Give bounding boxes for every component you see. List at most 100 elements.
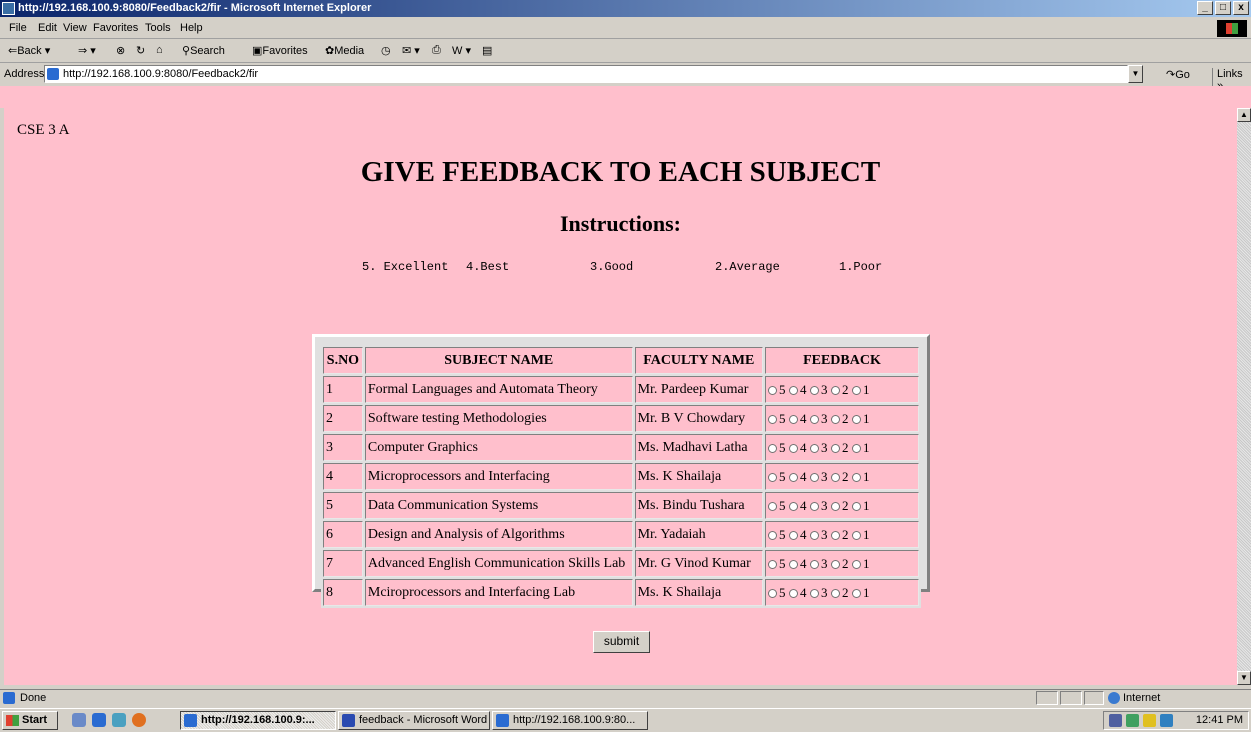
show-desktop-icon[interactable] bbox=[72, 713, 86, 727]
page-icon bbox=[47, 68, 59, 80]
rating-radio[interactable] bbox=[809, 473, 819, 483]
rating-radio[interactable] bbox=[788, 386, 798, 396]
menu-tools[interactable]: Tools bbox=[145, 22, 171, 34]
rating-radio[interactable] bbox=[809, 444, 819, 454]
rating-radio[interactable] bbox=[851, 531, 861, 541]
messenger-icon[interactable] bbox=[1160, 714, 1173, 727]
rating-radio[interactable] bbox=[767, 502, 777, 512]
rating-radio[interactable] bbox=[851, 589, 861, 599]
rating-radio[interactable] bbox=[830, 386, 840, 396]
rating-radio[interactable] bbox=[851, 415, 861, 425]
faculty-cell: Ms. Madhavi Latha bbox=[634, 434, 763, 461]
rating-radio[interactable] bbox=[809, 589, 819, 599]
submit-button[interactable]: submit bbox=[593, 631, 650, 653]
rating-radio[interactable] bbox=[851, 386, 861, 396]
rating-radio[interactable] bbox=[830, 444, 840, 454]
outlook-quicklaunch-icon[interactable] bbox=[112, 713, 126, 727]
refresh-icon[interactable]: ↻ bbox=[136, 44, 145, 57]
window-title-bar[interactable]: http://192.168.100.9:8080/Feedback2/fir … bbox=[0, 0, 1251, 17]
rating-radio[interactable] bbox=[809, 415, 819, 425]
menu-help[interactable]: Help bbox=[180, 22, 203, 34]
rating-radio[interactable] bbox=[767, 589, 777, 599]
taskbar-item-ie-active[interactable]: http://192.168.100.9:... bbox=[180, 711, 336, 730]
rating-radio[interactable] bbox=[788, 589, 798, 599]
rating-radio[interactable] bbox=[788, 531, 798, 541]
close-button[interactable]: x bbox=[1233, 1, 1249, 15]
taskbar-item-word[interactable]: feedback - Microsoft Word bbox=[338, 711, 490, 730]
rating-label: 4 bbox=[799, 526, 807, 542]
table-row: 2 Software testing Methodologies Mr. B V C… bbox=[323, 405, 919, 432]
address-input[interactable]: http://192.168.100.9:8080/Feedback2/fir bbox=[44, 65, 1128, 83]
rating-radio[interactable] bbox=[830, 415, 840, 425]
menu-edit[interactable]: Edit bbox=[38, 22, 57, 34]
vertical-scrollbar[interactable]: ▲ ▼ bbox=[1237, 108, 1251, 685]
home-icon[interactable]: ⌂ bbox=[156, 44, 163, 56]
forward-button[interactable]: ⇒ ▾ bbox=[78, 44, 96, 57]
edit-word-icon[interactable]: W ▾ bbox=[452, 44, 471, 57]
discuss-icon[interactable]: ▤ bbox=[482, 44, 492, 57]
search-button[interactable]: ⚲Search bbox=[182, 44, 225, 57]
address-dropdown-button[interactable]: ▼ bbox=[1128, 65, 1143, 83]
rating-radio[interactable] bbox=[830, 589, 840, 599]
rating-label: 3 bbox=[820, 497, 828, 513]
menu-favorites[interactable]: Favorites bbox=[93, 22, 138, 34]
back-label: Back bbox=[17, 45, 42, 57]
security-icon[interactable] bbox=[1143, 714, 1156, 727]
rating-radio[interactable] bbox=[830, 560, 840, 570]
firefox-quicklaunch-icon[interactable] bbox=[132, 713, 146, 727]
mail-icon[interactable]: ✉ ▾ bbox=[402, 44, 420, 57]
rating-radio[interactable] bbox=[767, 473, 777, 483]
volume-icon[interactable] bbox=[1126, 714, 1139, 727]
rating-label: 2 bbox=[841, 468, 849, 484]
rating-radio[interactable] bbox=[809, 502, 819, 512]
rating-radio[interactable] bbox=[851, 502, 861, 512]
rating-radio[interactable] bbox=[767, 444, 777, 454]
rating-label: 4 bbox=[799, 497, 807, 513]
go-button[interactable]: ↷Go bbox=[1166, 68, 1190, 81]
rating-radio[interactable] bbox=[809, 531, 819, 541]
rating-label: 4 bbox=[799, 584, 807, 600]
start-button[interactable]: Start bbox=[2, 711, 58, 730]
scroll-up-button[interactable]: ▲ bbox=[1237, 108, 1251, 122]
rating-radio[interactable] bbox=[788, 473, 798, 483]
rating-radio[interactable] bbox=[830, 531, 840, 541]
rating-radio[interactable] bbox=[809, 386, 819, 396]
stop-icon[interactable]: ⊗ bbox=[116, 44, 125, 57]
status-bar: Done Internet bbox=[0, 689, 1251, 707]
rating-radio[interactable] bbox=[851, 473, 861, 483]
rating-radio[interactable] bbox=[851, 444, 861, 454]
scroll-down-button[interactable]: ▼ bbox=[1237, 671, 1251, 685]
page-top-strip bbox=[0, 86, 1251, 108]
rating-radio[interactable] bbox=[788, 415, 798, 425]
favorites-label: Favorites bbox=[262, 45, 308, 57]
media-button[interactable]: ✿Media bbox=[325, 44, 364, 57]
network-icon[interactable] bbox=[1109, 714, 1122, 727]
rating-label: 4 bbox=[799, 381, 807, 397]
rating-radio[interactable] bbox=[767, 560, 777, 570]
minimize-button[interactable]: _ bbox=[1197, 1, 1213, 15]
status-cell bbox=[1084, 691, 1104, 705]
rating-label: 4 bbox=[799, 439, 807, 455]
rating-radio[interactable] bbox=[851, 560, 861, 570]
menu-view[interactable]: View bbox=[63, 22, 87, 34]
sno-cell: 3 bbox=[323, 434, 363, 461]
menu-file[interactable]: File bbox=[9, 22, 27, 34]
rating-radio[interactable] bbox=[767, 531, 777, 541]
rating-radio[interactable] bbox=[767, 386, 777, 396]
history-icon[interactable]: ◷ bbox=[381, 44, 391, 57]
rating-radio[interactable] bbox=[830, 502, 840, 512]
rating-radio[interactable] bbox=[767, 415, 777, 425]
ie-quicklaunch-icon[interactable] bbox=[92, 713, 106, 727]
favorites-button[interactable]: ▣Favorites bbox=[252, 44, 308, 57]
sno-cell: 1 bbox=[323, 376, 363, 403]
rating-radio[interactable] bbox=[788, 560, 798, 570]
rating-radio[interactable] bbox=[788, 444, 798, 454]
table-row: 3 Computer Graphics Ms. Madhavi Latha 5 4 3 2 1 bbox=[323, 434, 919, 461]
taskbar-item-ie[interactable]: http://192.168.100.9:80... bbox=[492, 711, 648, 730]
maximize-button[interactable]: □ bbox=[1215, 1, 1231, 15]
back-button[interactable]: ⇐Back ▾ bbox=[8, 44, 50, 57]
rating-radio[interactable] bbox=[830, 473, 840, 483]
rating-radio[interactable] bbox=[809, 560, 819, 570]
print-icon[interactable]: ⎙ bbox=[432, 44, 441, 57]
rating-radio[interactable] bbox=[788, 502, 798, 512]
